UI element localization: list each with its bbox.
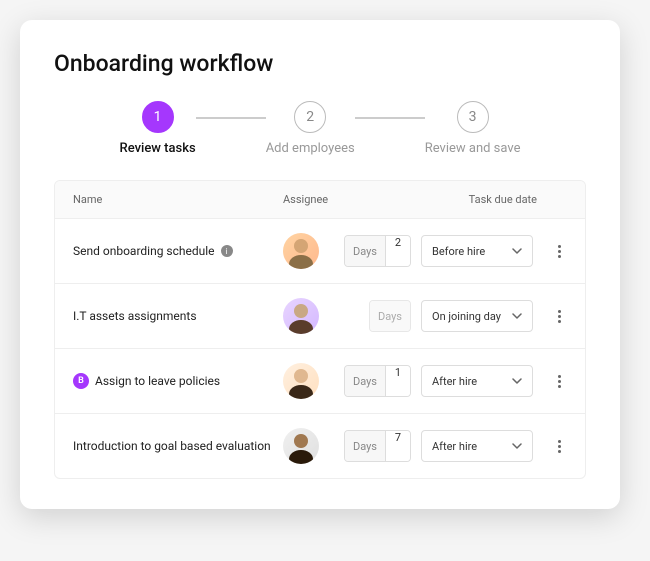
table-header: Name Assignee Task due date — [55, 181, 585, 218]
assignee-cell — [283, 298, 343, 334]
days-value[interactable]: 2 — [386, 236, 410, 266]
task-name-cell: I.T assets assignments — [73, 309, 283, 323]
stepper: 1 Review tasks 2 Add employees 3 Review … — [54, 101, 586, 156]
step-connector — [196, 117, 266, 119]
timing-select[interactable]: Before hire — [421, 235, 533, 267]
avatar[interactable] — [283, 428, 319, 464]
timing-select[interactable]: After hire — [421, 430, 533, 462]
task-name: Assign to leave policies — [95, 374, 220, 388]
assignee-cell — [283, 363, 343, 399]
avatar[interactable] — [283, 233, 319, 269]
days-value[interactable]: 1 — [386, 366, 410, 396]
days-input: Days — [369, 300, 411, 332]
table-row: Send onboarding schedule i Days2 Before hir… — [55, 218, 585, 283]
header-due: Task due date — [363, 193, 567, 206]
badge-icon: B — [73, 373, 89, 389]
timing-select[interactable]: After hire — [421, 365, 533, 397]
timing-select[interactable]: On joining day — [421, 300, 533, 332]
timing-value: After hire — [432, 375, 477, 388]
days-label: Days — [345, 366, 386, 396]
header-name: Name — [73, 193, 283, 206]
days-input[interactable]: Days1 — [344, 365, 411, 397]
chevron-down-icon — [512, 376, 522, 386]
step-label-3: Review and save — [425, 141, 521, 156]
step-connector — [355, 117, 425, 119]
workflow-card: Onboarding workflow 1 Review tasks 2 Add… — [20, 20, 620, 509]
step-review-save[interactable]: 3 Review and save — [425, 101, 521, 156]
step-number-3: 3 — [457, 101, 489, 133]
step-number-1: 1 — [142, 101, 174, 133]
due-cell: Days2 Before hire — [343, 235, 567, 267]
step-add-employees[interactable]: 2 Add employees — [266, 101, 355, 156]
chevron-down-icon — [512, 311, 522, 321]
task-name: Introduction to goal based evaluation — [73, 439, 271, 453]
row-menu-icon[interactable] — [551, 440, 567, 453]
step-number-2: 2 — [294, 101, 326, 133]
days-label: Days — [345, 431, 386, 461]
avatar[interactable] — [283, 298, 319, 334]
tasks-table: Name Assignee Task due date Send onboard… — [54, 180, 586, 479]
task-name-cell: Send onboarding schedule i — [73, 244, 283, 258]
step-review-tasks[interactable]: 1 Review tasks — [120, 101, 196, 156]
days-input[interactable]: Days2 — [344, 235, 411, 267]
task-name-cell: Introduction to goal based evaluation — [73, 439, 283, 453]
assignee-cell — [283, 233, 343, 269]
info-icon[interactable]: i — [221, 245, 233, 257]
task-name-cell: B Assign to leave policies — [73, 373, 283, 389]
task-name: I.T assets assignments — [73, 309, 197, 323]
table-row: I.T assets assignments Days On joining day — [55, 283, 585, 348]
row-menu-icon[interactable] — [551, 245, 567, 258]
step-label-1: Review tasks — [120, 141, 196, 156]
days-label: Days — [370, 301, 410, 331]
assignee-cell — [283, 428, 343, 464]
task-name: Send onboarding schedule — [73, 244, 215, 258]
due-cell: Days On joining day — [343, 300, 567, 332]
days-value[interactable]: 7 — [386, 431, 410, 461]
table-row: B Assign to leave policies Days1 After hire — [55, 348, 585, 413]
days-label: Days — [345, 236, 386, 266]
chevron-down-icon — [512, 441, 522, 451]
timing-value: On joining day — [432, 310, 501, 323]
due-cell: Days7 After hire — [343, 430, 567, 462]
days-input[interactable]: Days7 — [344, 430, 411, 462]
chevron-down-icon — [512, 246, 522, 256]
header-assignee: Assignee — [283, 193, 363, 206]
timing-value: After hire — [432, 440, 477, 453]
table-row: Introduction to goal based evaluation Day… — [55, 413, 585, 478]
row-menu-icon[interactable] — [551, 375, 567, 388]
step-label-2: Add employees — [266, 141, 355, 156]
due-cell: Days1 After hire — [343, 365, 567, 397]
avatar[interactable] — [283, 363, 319, 399]
page-title: Onboarding workflow — [54, 50, 586, 77]
row-menu-icon[interactable] — [551, 310, 567, 323]
timing-value: Before hire — [432, 245, 485, 258]
